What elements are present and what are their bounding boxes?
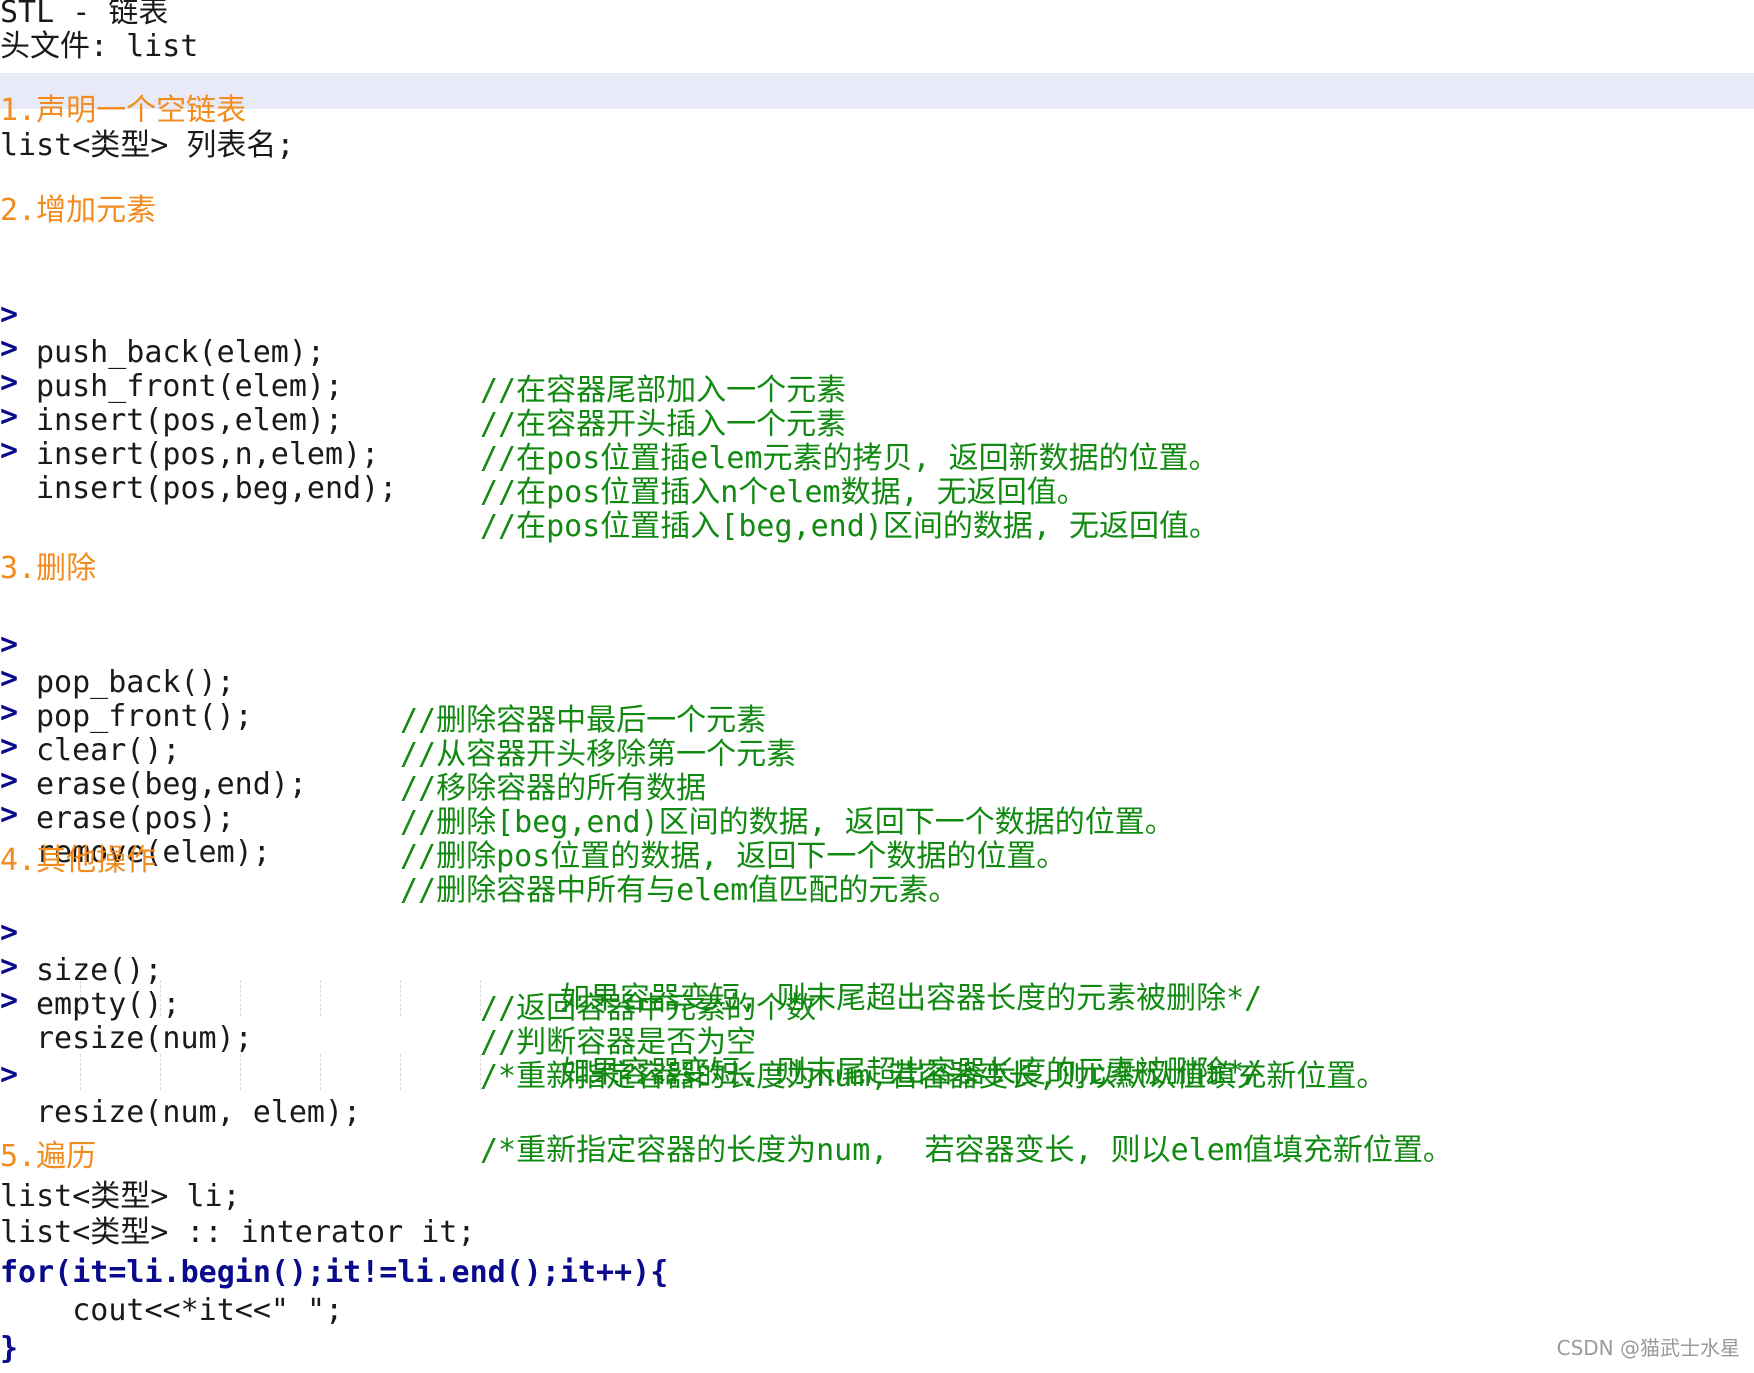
line-marker: >: [0, 797, 19, 832]
code: erase(pos);: [36, 801, 235, 836]
watermark: CSDN @猫武士水星: [1556, 1336, 1740, 1360]
line-marker: >: [0, 983, 19, 1018]
comment: /*重新指定容器的长度为num, 若容器变长, 则以elem值填充新位置。: [480, 1133, 1453, 1168]
code-line: > clear(); //移除容器的所有数据: [0, 656, 1754, 806]
code-line: > remove(elem); //删除容器中所有与elem值匹配的元素。: [0, 758, 1754, 908]
comment: //删除pos位置的数据, 返回下一个数据的位置。: [400, 839, 1067, 874]
code-line: > size(); //返回容器中元素的个数: [0, 876, 1754, 1026]
section-3-heading: 3.删除: [0, 551, 97, 586]
code-line: > push_front(elem); //在容器开头插入一个元素: [0, 292, 1754, 442]
code-line: > pop_back(); //删除容器中最后一个元素: [0, 588, 1754, 738]
line-marker: >: [0, 433, 19, 468]
code: insert(pos,n,elem);: [36, 437, 380, 472]
code-line: > insert(pos,elem); //在pos位置插elem元素的拷贝, …: [0, 326, 1754, 476]
comment-continuation: 如果容器变短, 则末尾超出容器长度的元素被删除*/: [560, 1055, 1263, 1090]
section-5-heading: 5.遍历: [0, 1139, 97, 1174]
code-line: > insert(pos,n,elem); //在pos位置插入n个elem数据…: [0, 360, 1754, 510]
indent-guide: [80, 1054, 81, 1090]
indent-guide: [400, 980, 401, 1016]
indent-guide: [400, 1054, 401, 1090]
indent-guide: [480, 1054, 481, 1090]
indent-guide: [320, 980, 321, 1016]
header-line: 头文件: list: [0, 29, 199, 64]
comment: //在pos位置插入[beg,end)区间的数据, 无返回值。: [480, 509, 1219, 544]
current-line-highlight: [0, 73, 1754, 109]
line-marker: >: [0, 1057, 19, 1092]
comment: //删除[beg,end)区间的数据, 返回下一个数据的位置。: [400, 805, 1175, 840]
section-2-heading: 2.增加元素: [0, 193, 157, 228]
code: resize(num, elem);: [36, 1095, 362, 1130]
comment: //在pos位置插elem元素的拷贝, 返回新数据的位置。: [480, 441, 1219, 476]
code-line: > erase(beg,end); //删除[beg,end)区间的数据, 返回…: [0, 690, 1754, 840]
code-line: list<类型> li;: [0, 1179, 241, 1214]
code-line: list<类型> :: interator it;: [0, 1215, 476, 1250]
indent-guide: [320, 1054, 321, 1090]
code-line: > insert(pos,beg,end); //在pos位置插入[beg,en…: [0, 394, 1754, 544]
section-1-heading: 1.声明一个空链表: [0, 93, 247, 128]
indent-guide: [160, 1054, 161, 1090]
for-loop-line: for(it=li.begin();it!=li.end();it++){: [0, 1255, 669, 1290]
code-line: > pop_front(); //从容器开头移除第一个元素: [0, 622, 1754, 772]
comment: //在pos位置插入n个elem数据, 无返回值。: [480, 475, 1087, 510]
code-line: cout<<*it<<" ";: [0, 1293, 344, 1328]
section-4-heading: 4.其他操作: [0, 843, 157, 878]
closing-brace: }: [0, 1331, 19, 1366]
code-line: > resize(num); /*重新指定容器的长度为num,若容器变长,则以默…: [0, 944, 1754, 1094]
indent-guide: [240, 1054, 241, 1090]
code: insert(pos,beg,end);: [36, 471, 398, 506]
code-line: > push_back(elem); //在容器尾部加入一个元素: [0, 258, 1754, 408]
code-line: > erase(pos); //删除pos位置的数据, 返回下一个数据的位置。: [0, 724, 1754, 874]
declare-list-code: list<类型> 列表名;: [0, 128, 295, 163]
code-line: > resize(num, elem); /*重新指定容器的长度为num, 若容…: [0, 1018, 1754, 1168]
indent-guide: [80, 980, 81, 1016]
code-line: > empty(); //判断容器是否为空: [0, 910, 1754, 1060]
indent-guide: [160, 980, 161, 1016]
comment-continuation: 如果容器变短, 则末尾超出容器长度的元素被删除*/: [560, 981, 1263, 1016]
indent-guide: [240, 980, 241, 1016]
indent-guide: [480, 980, 481, 1016]
